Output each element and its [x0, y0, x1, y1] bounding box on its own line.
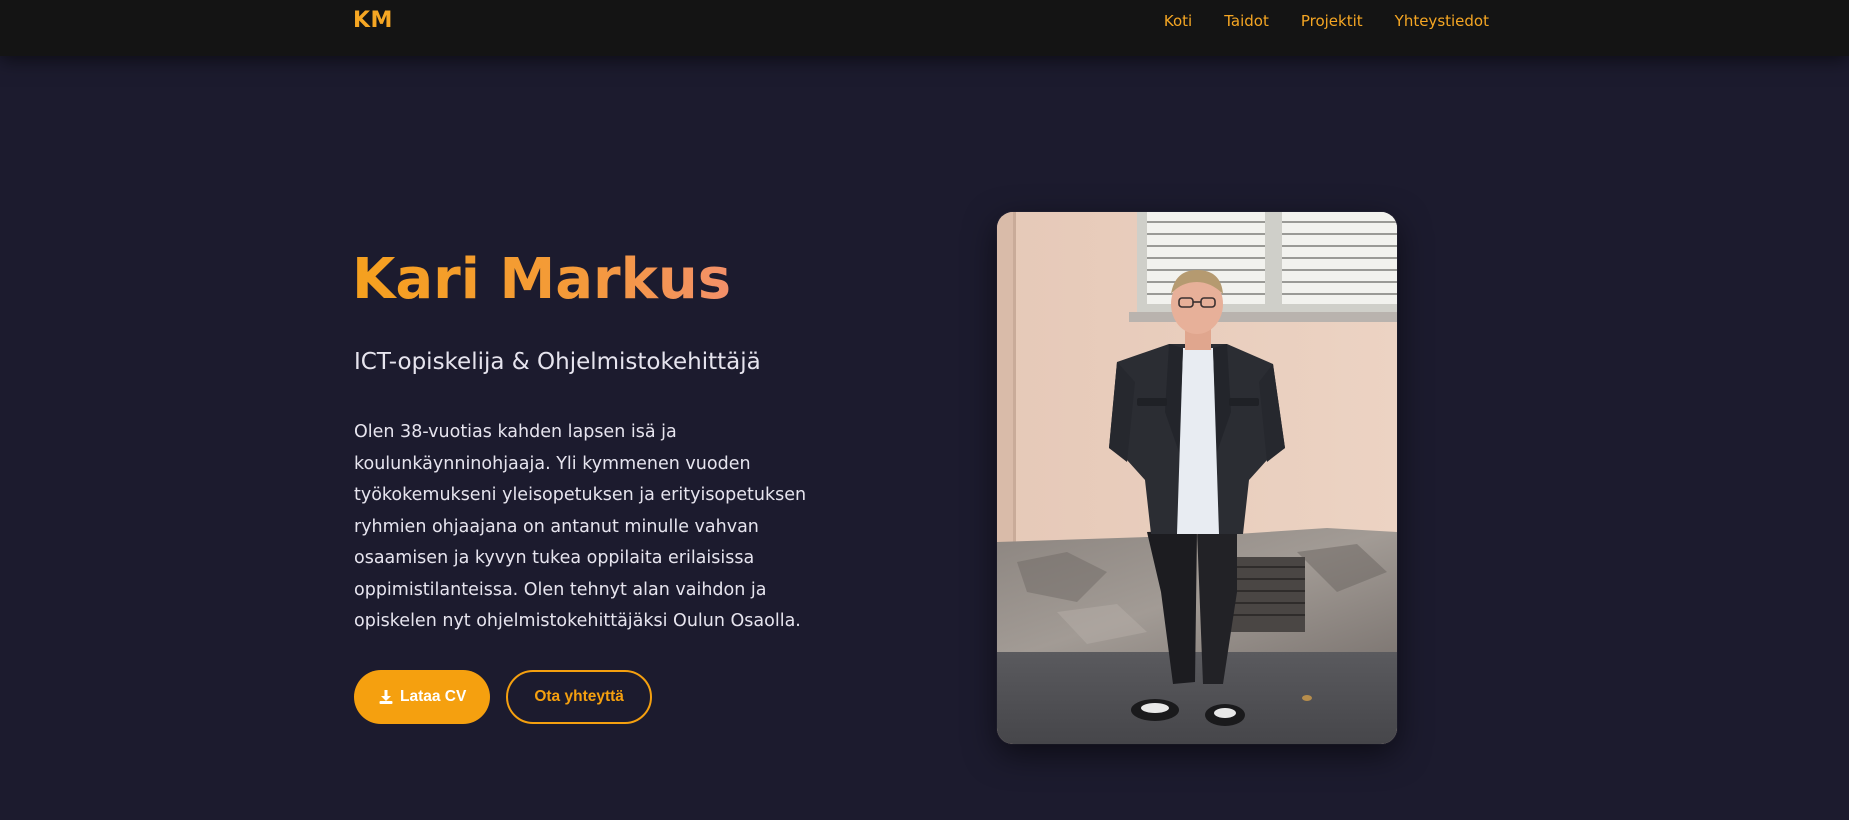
profile-photo-illustration	[997, 212, 1397, 744]
nav-link-taidot[interactable]: Taidot	[1224, 12, 1269, 30]
download-cv-button[interactable]: Lataa CV	[354, 670, 491, 724]
hero-bio: Olen 38-vuotias kahden lapsen isä ja kou…	[354, 422, 807, 631]
nav-links: Koti Taidot Projektit Yhteystiedot	[1164, 12, 1489, 30]
cta-buttons: Lataa CV Ota yhteyttä	[354, 670, 652, 724]
navbar: KM Koti Taidot Projektit Yhteystiedot	[0, 0, 1849, 56]
nav-link-yhteystiedot[interactable]: Yhteystiedot	[1395, 12, 1489, 30]
profile-photo	[997, 212, 1397, 744]
nav-link-koti[interactable]: Koti	[1164, 12, 1192, 30]
nav-link-projektit[interactable]: Projektit	[1301, 12, 1363, 30]
hero-tagline: ICT-opiskelija & Ohjelmistokehittäjä	[354, 349, 761, 375]
contact-button[interactable]: Ota yhteyttä	[506, 670, 652, 724]
site-logo[interactable]: KM	[353, 8, 393, 33]
hero-section	[0, 56, 1849, 820]
download-icon	[378, 689, 394, 705]
hero-name: Kari Markus	[352, 247, 732, 312]
download-cv-label: Lataa CV	[400, 688, 467, 705]
